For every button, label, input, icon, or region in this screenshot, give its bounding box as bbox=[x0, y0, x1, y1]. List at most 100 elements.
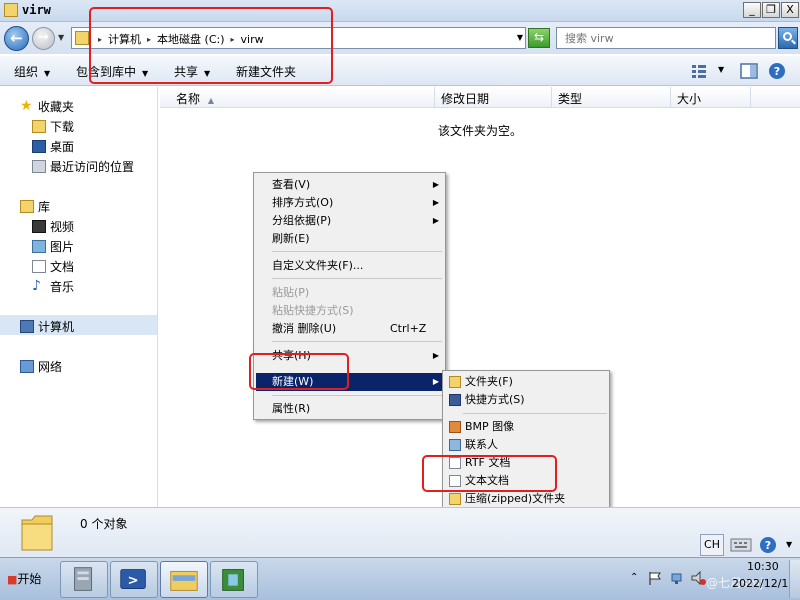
search-icon[interactable] bbox=[778, 27, 798, 49]
menu-item-label: 文件夹(F) bbox=[465, 375, 513, 388]
taskbar-powershell[interactable]: > bbox=[110, 561, 158, 598]
help-icon[interactable]: ? bbox=[768, 62, 786, 80]
sidebar-item-recent[interactable]: 最近访问的位置 bbox=[32, 158, 134, 175]
music-icon: ♪ bbox=[32, 278, 41, 294]
menu-item-undo-delete[interactable]: 撤消 删除(U) Ctrl+Z bbox=[256, 320, 443, 338]
search-box[interactable] bbox=[556, 27, 776, 49]
menu-item-refresh[interactable]: 刷新(E) bbox=[256, 230, 443, 248]
close-button[interactable]: X bbox=[781, 2, 799, 18]
sidebar-item-music[interactable]: ♪ 音乐 bbox=[32, 278, 74, 295]
breadcrumb-arrow-icon[interactable]: ▸ bbox=[231, 35, 235, 44]
forward-button[interactable]: → bbox=[32, 27, 55, 50]
network-icon[interactable] bbox=[670, 570, 686, 586]
sidebar-item-libraries[interactable]: 库 bbox=[20, 198, 50, 215]
preview-pane-icon[interactable] bbox=[740, 62, 758, 80]
start-button[interactable]: ■开始 bbox=[3, 566, 51, 592]
column-header: 名称 ▲ 修改日期 类型 大小 bbox=[160, 87, 800, 108]
submenu-item-rtf[interactable]: RTF 文档 bbox=[445, 454, 607, 472]
menu-item-sort-by[interactable]: 排序方式(O) ▶ bbox=[256, 194, 443, 212]
menu-item-view[interactable]: 查看(V) ▶ bbox=[256, 176, 443, 194]
sidebar-item-videos[interactable]: 视频 bbox=[32, 218, 74, 235]
breadcrumb-arrow-icon[interactable]: ▸ bbox=[147, 35, 151, 44]
minimize-button[interactable]: _ bbox=[743, 2, 761, 18]
bmp-image-icon bbox=[449, 421, 461, 433]
show-hidden-icons-icon[interactable]: ⌃ bbox=[630, 572, 638, 583]
search-input[interactable] bbox=[565, 29, 765, 47]
language-indicator[interactable]: CH bbox=[700, 534, 724, 556]
include-in-library-button[interactable]: 包含到库中 ▼ bbox=[76, 63, 148, 80]
folder-icon bbox=[449, 376, 461, 388]
restore-button[interactable]: ❐ bbox=[762, 2, 780, 18]
submenu-item-folder[interactable]: 文件夹(F) bbox=[445, 373, 607, 391]
sidebar-item-desktop[interactable]: 桌面 bbox=[32, 138, 74, 155]
menu-item-group-by[interactable]: 分组依据(P) ▶ bbox=[256, 212, 443, 230]
clock-time[interactable]: 10:30 bbox=[747, 560, 779, 573]
help-icon[interactable]: ? bbox=[758, 536, 778, 554]
menu-item-new[interactable]: 新建(W) ▶ bbox=[256, 373, 443, 391]
breadcrumb-computer[interactable]: 计算机 bbox=[108, 31, 141, 47]
menu-item-customize-folder[interactable]: 自定义文件夹(F)... bbox=[256, 257, 443, 275]
address-row: ← → ▼ ▸ 计算机 ▸ 本地磁盘 (C:) ▸ virw ▼ ⇆ bbox=[0, 22, 800, 54]
chevron-down-icon: ▼ bbox=[44, 69, 51, 78]
sidebar-item-favorites[interactable]: ★ 收藏夹 bbox=[20, 98, 74, 115]
network-icon bbox=[20, 360, 34, 373]
sidebar-item-computer[interactable]: 计算机 bbox=[20, 318, 74, 335]
chevron-down-icon[interactable]: ▼ bbox=[786, 540, 792, 549]
server-manager-icon bbox=[74, 567, 93, 591]
sidebar-item-label: 文档 bbox=[50, 260, 75, 274]
command-bar: 组织 ▼ 包含到库中 ▼ 共享 ▼ 新建文件夹 ▼ ? bbox=[0, 56, 800, 86]
organize-button[interactable]: 组织 ▼ bbox=[14, 63, 50, 80]
menu-item-share[interactable]: 共享(H) ▶ bbox=[256, 347, 443, 365]
refresh-button[interactable]: ⇆ bbox=[528, 28, 550, 48]
sidebar-item-network[interactable]: 网络 bbox=[20, 358, 62, 375]
submenu-item-contact[interactable]: 联系人 bbox=[445, 436, 607, 454]
history-dropdown-icon[interactable]: ▼ bbox=[58, 33, 64, 42]
taskbar-explorer[interactable] bbox=[160, 561, 208, 598]
menu-item-label: 压缩(zipped)文件夹 bbox=[465, 492, 566, 505]
volume-icon[interactable] bbox=[690, 570, 706, 586]
sidebar-item-pictures[interactable]: 图片 bbox=[32, 238, 74, 255]
share-button[interactable]: 共享 ▼ bbox=[174, 63, 210, 80]
keyboard-icon[interactable] bbox=[730, 536, 752, 554]
menu-item-label: 快捷方式(S) bbox=[465, 393, 525, 406]
menu-separator bbox=[463, 413, 607, 414]
chevron-right-icon: ▶ bbox=[432, 377, 439, 386]
taskbar-server-manager[interactable] bbox=[60, 561, 108, 598]
chevron-right-icon: ▶ bbox=[432, 180, 439, 189]
column-modified[interactable]: 修改日期 bbox=[435, 87, 552, 108]
document-icon bbox=[32, 260, 46, 273]
folder-icon bbox=[4, 3, 18, 17]
menu-separator bbox=[272, 278, 442, 279]
sidebar-item-documents[interactable]: 文档 bbox=[32, 258, 74, 275]
breadcrumb-local-disk[interactable]: 本地磁盘 (C:) bbox=[157, 31, 224, 47]
item-count: 0 个对象 bbox=[80, 517, 128, 531]
address-dropdown-icon[interactable]: ▼ bbox=[517, 33, 523, 42]
view-options-icon[interactable] bbox=[690, 62, 708, 80]
column-name[interactable]: 名称 ▲ bbox=[170, 87, 435, 108]
action-center-flag-icon[interactable] bbox=[647, 570, 663, 586]
menu-item-label: 新建(W) bbox=[272, 375, 314, 388]
submenu-item-text-document[interactable]: 文本文档 bbox=[445, 472, 607, 490]
menu-item-label: 分组依据(P) bbox=[272, 214, 332, 227]
submenu-item-bmp[interactable]: BMP 图像 bbox=[445, 418, 607, 436]
sidebar-item-downloads[interactable]: 下载 bbox=[32, 118, 74, 135]
column-size[interactable]: 大小 bbox=[671, 87, 751, 108]
show-desktop-button[interactable] bbox=[789, 560, 800, 598]
clock-date[interactable]: 2022/12/12 bbox=[732, 577, 795, 590]
view-dropdown-icon[interactable]: ▼ bbox=[718, 65, 724, 74]
computer-icon bbox=[20, 320, 34, 333]
sidebar-item-label: 图片 bbox=[50, 240, 75, 254]
submenu-item-shortcut[interactable]: 快捷方式(S) bbox=[445, 391, 607, 409]
menu-item-properties[interactable]: 属性(R) bbox=[256, 400, 443, 418]
address-bar[interactable]: ▸ 计算机 ▸ 本地磁盘 (C:) ▸ virw ▼ bbox=[71, 27, 526, 49]
breadcrumb-virw[interactable]: virw bbox=[241, 33, 264, 46]
new-folder-button[interactable]: 新建文件夹 bbox=[236, 63, 296, 80]
shortcut-icon bbox=[449, 394, 461, 406]
folder-icon bbox=[21, 515, 53, 551]
submenu-item-zip[interactable]: 压缩(zipped)文件夹 bbox=[445, 490, 607, 508]
breadcrumb-arrow-icon[interactable]: ▸ bbox=[98, 35, 102, 44]
back-button[interactable]: ← bbox=[4, 26, 29, 51]
taskbar: ■开始 > ⌃ @七月smj 10:30 2022/12/12 bbox=[0, 557, 800, 600]
column-type[interactable]: 类型 bbox=[552, 87, 671, 108]
taskbar-control-panel[interactable] bbox=[210, 561, 258, 598]
